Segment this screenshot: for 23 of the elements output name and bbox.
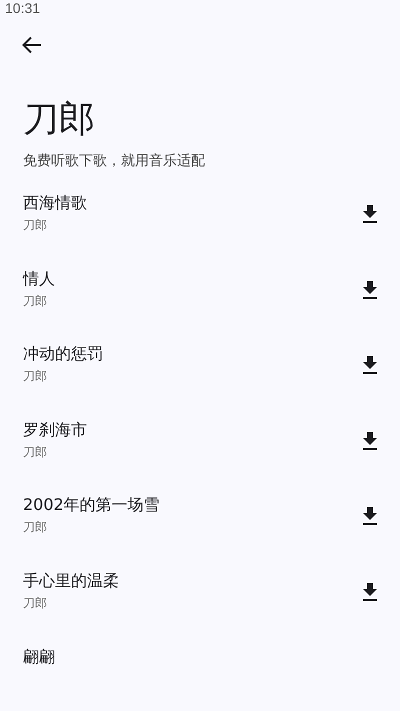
download-icon <box>362 582 378 601</box>
song-title[interactable]: 翩翩 <box>23 646 382 668</box>
page-subtitle: 免费听歌下歌，就用音乐适配 <box>23 152 206 170</box>
status-time: 10:31 <box>4 0 42 16</box>
song-title[interactable]: 罗刹海市 <box>23 418 358 441</box>
song-title[interactable]: 冲动的惩罚 <box>23 343 358 366</box>
download-icon <box>362 205 378 223</box>
download-icon <box>362 356 378 374</box>
song-artist: 刀郎 <box>23 292 48 309</box>
download-icon <box>362 507 378 526</box>
song-title[interactable]: 情人 <box>23 268 358 290</box>
page-title: 刀郎 <box>23 98 96 142</box>
song-artist: 刀郎 <box>23 444 48 460</box>
back-arrow-icon <box>22 36 42 54</box>
song-title[interactable]: 手心里的温柔 <box>23 570 358 592</box>
song-artist: 刀郎 <box>23 368 48 384</box>
song-artist: 刀郎 <box>23 594 48 611</box>
download-icon <box>362 432 378 450</box>
song-title[interactable]: 2002年的第一场雪 <box>23 494 358 516</box>
song-artist: 刀郎 <box>23 217 48 233</box>
song-artist: 刀郎 <box>23 519 48 536</box>
download-icon <box>362 280 378 299</box>
song-title[interactable]: 西海情歌 <box>23 192 358 214</box>
